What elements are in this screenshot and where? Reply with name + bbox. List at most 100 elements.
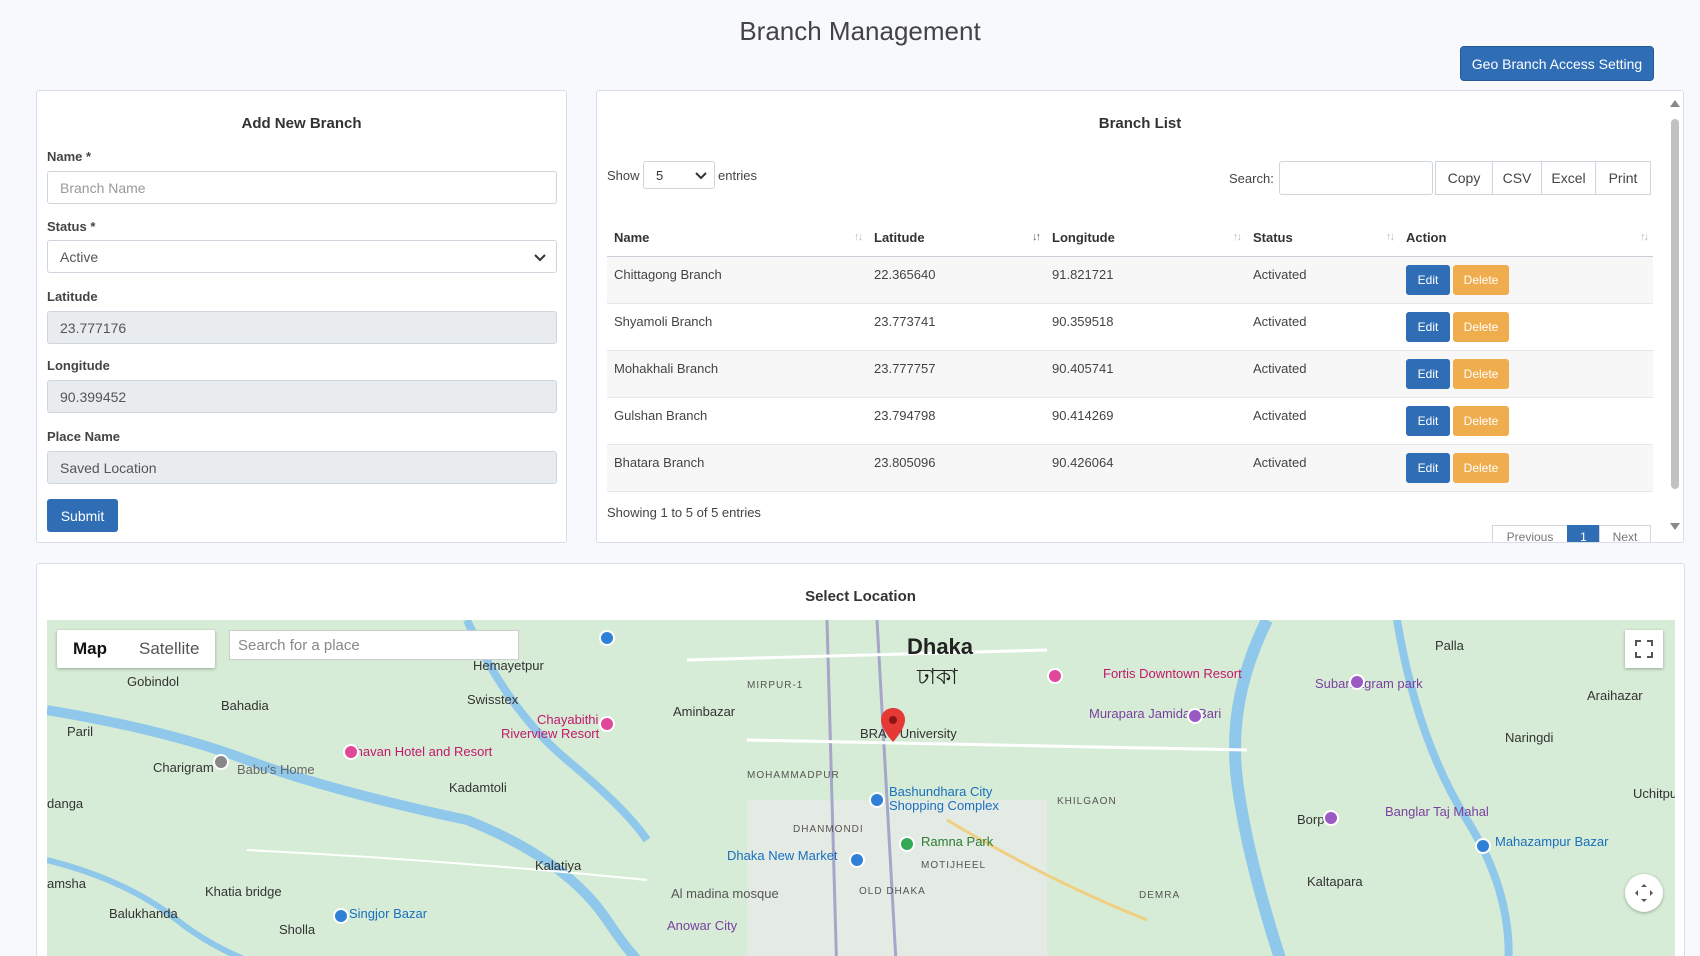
longitude-field[interactable]: 90.399452 [47,380,557,413]
copy-button[interactable]: Copy [1435,161,1493,195]
edit-button[interactable]: Edit [1406,311,1450,342]
column-header-longitude[interactable]: Longitude ↑↓ [1045,219,1246,257]
latitude-cell: 23.805096 [867,444,1045,492]
map-label-gobindol: Gobindol [127,674,180,689]
status-cell: Activated [1246,444,1399,492]
delete-button[interactable]: Delete [1453,264,1509,295]
map-label-sholla: Sholla [279,922,316,937]
entries-select[interactable]: 5 [643,161,715,189]
pager-next[interactable]: Next [1599,525,1651,542]
name-label: Name * [47,149,92,164]
sort-icon: ↑↓ [1386,231,1395,243]
location-pin-icon[interactable] [881,708,905,742]
pager-previous[interactable]: Previous [1492,525,1568,542]
map-search-input[interactable]: Search for a place [229,630,519,660]
sort-icon: ↑↓ [854,231,863,243]
fullscreen-button[interactable] [1625,630,1663,668]
map-label-amsha: amsha [47,876,87,891]
showing-entries-text: Showing 1 to 5 of 5 entries [607,505,761,520]
print-button[interactable]: Print [1595,161,1651,195]
map-label-ramna: Ramna Park [921,834,994,849]
poi-marker-icon[interactable] [1047,668,1063,684]
map-type-control[interactable]: Map Satellite [57,630,216,668]
status-cell: Activated [1246,303,1399,351]
map-label-aminbazar: Aminbazar [673,704,736,719]
place-name-field[interactable]: Saved Location [47,451,557,484]
latitude-label: Latitude [47,289,98,304]
map-type-map[interactable]: Map [57,630,123,668]
poi-marker-icon[interactable] [213,754,229,770]
map[interactable]: Map Satellite Search for a place Dhaka ঢ… [47,620,1675,956]
entries-value: 5 [656,167,664,183]
latitude-cell: 23.773741 [867,303,1045,351]
geo-branch-access-button[interactable]: Geo Branch Access Setting [1460,46,1654,81]
poi-marker-icon[interactable] [333,908,349,924]
edit-button[interactable]: Edit [1406,405,1450,436]
column-header-action[interactable]: Action ↑↓ [1399,219,1653,257]
column-header-latitude[interactable]: Latitude ↓↑ [867,219,1045,257]
edit-button[interactable]: Edit [1406,264,1450,295]
map-type-satellite[interactable]: Satellite [123,630,215,668]
scrollbar-thumb[interactable] [1671,119,1679,489]
edit-button[interactable]: Edit [1406,358,1450,389]
poi-marker-icon[interactable] [1475,838,1491,854]
delete-button[interactable]: Delete [1453,405,1509,436]
map-label-shopping: Shopping Complex [889,798,999,813]
camera-control-button[interactable] [1625,874,1663,912]
submit-button[interactable]: Submit [47,499,118,532]
fullscreen-icon [1635,640,1653,658]
delete-button[interactable]: Delete [1453,452,1509,483]
csv-button[interactable]: CSV [1492,161,1542,195]
scroll-up-icon[interactable] [1670,99,1680,107]
map-label-palla: Palla [1435,638,1464,653]
select-location-title: Select Location [805,588,916,605]
delete-button[interactable]: Delete [1453,358,1509,389]
poi-marker-icon[interactable] [343,744,359,760]
longitude-cell: 91.821721 [1045,256,1246,304]
longitude-label: Longitude [47,358,110,373]
excel-button[interactable]: Excel [1541,161,1596,195]
show-label: Show [607,168,640,183]
action-cell: Edit Delete [1399,256,1653,304]
chevron-down-icon [695,172,707,180]
map-label-hemayetpur: Hemayetpur [473,658,544,673]
branch-name-cell: Bhatara Branch [607,444,867,492]
map-label-demra: DEMRA [1139,890,1181,901]
map-label-paril: Paril [67,724,94,739]
poi-marker-icon[interactable] [849,852,865,868]
scroll-down-icon[interactable] [1670,523,1680,531]
place-name-label: Place Name [47,429,120,444]
pager-page-1[interactable]: 1 [1567,525,1600,542]
longitude-cell: 90.405741 [1045,350,1246,398]
column-header-name[interactable]: Name ↑↓ [607,219,867,257]
poi-marker-icon[interactable] [1323,810,1339,826]
status-cell: Activated [1246,350,1399,398]
status-cell: Activated [1246,397,1399,445]
map-label-subarnagram: Subarnagram park [1315,676,1423,691]
delete-button[interactable]: Delete [1453,311,1509,342]
longitude-cell: 90.359518 [1045,303,1246,351]
map-label-kadamtoli: Kadamtoli [449,780,507,795]
poi-marker-icon[interactable] [1349,674,1365,690]
scrollbar[interactable] [1667,91,1683,542]
table-row: Chittagong Branch 22.365640 91.821721 Activ… [607,256,1653,304]
branch-name-input[interactable] [47,171,557,204]
status-select[interactable]: Active [47,240,557,273]
table-search-input[interactable] [1279,161,1433,195]
poi-marker-icon[interactable] [899,836,915,852]
map-label-babus-home: Babu's Home [237,762,315,777]
search-label: Search: [1229,171,1274,186]
poi-marker-icon[interactable] [1187,708,1203,724]
latitude-field[interactable]: 23.777176 [47,311,557,344]
map-label-bahadia: Bahadia [221,698,269,713]
map-label-dhanmondi: DHANMONDI [793,824,864,835]
map-label-dhaka-bn: ঢাকা [917,664,958,689]
map-background [47,620,1675,956]
map-label-balukhanda: Balukhanda [109,906,178,921]
poi-marker-icon[interactable] [869,792,885,808]
poi-marker-icon[interactable] [599,630,615,646]
column-header-status[interactable]: Status ↑↓ [1246,219,1399,257]
edit-button[interactable]: Edit [1406,452,1450,483]
poi-marker-icon[interactable] [599,716,615,732]
table-row: Gulshan Branch 23.794798 90.414269 Activate… [607,397,1653,445]
